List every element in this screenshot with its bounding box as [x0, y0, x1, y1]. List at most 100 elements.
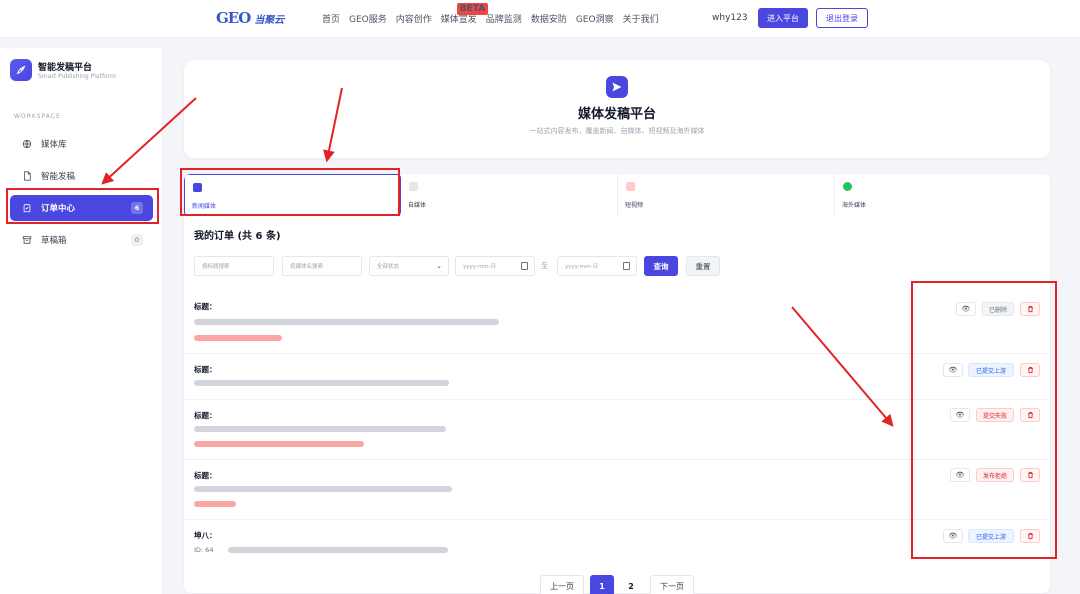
brand-title: 智能发稿平台 — [38, 63, 93, 73]
video-icon — [626, 182, 635, 191]
status-badge: 发布拒绝 — [976, 468, 1014, 482]
trash-icon[interactable] — [1020, 302, 1040, 316]
eye-icon[interactable]: 👁 — [950, 468, 970, 482]
eye-icon[interactable]: 👁 — [956, 302, 976, 316]
media-tabs: 新闻媒体 自媒体 短视频 海外媒体 — [184, 174, 1050, 216]
clipboard-icon — [22, 203, 32, 213]
order-meta-redacted — [194, 486, 452, 492]
tab-self-media[interactable]: 自媒体 — [401, 174, 618, 216]
archive-icon — [22, 235, 32, 245]
trash-icon[interactable] — [1020, 468, 1040, 482]
nav-link-home[interactable]: 首页 — [322, 12, 340, 25]
reset-button[interactable]: 重置 — [686, 256, 720, 276]
status-select-value: 全部状态 — [377, 264, 400, 270]
page-1-button[interactable]: 1 — [590, 575, 614, 594]
order-note-redacted — [194, 501, 236, 507]
page-2-button[interactable]: 2 — [619, 575, 643, 594]
order-row: 标题： 👁 已删除 — [184, 290, 1050, 354]
date-from-placeholder: yyyy-mm-日 — [463, 264, 497, 270]
date-to-placeholder: yyyy-mm-日 — [565, 264, 599, 270]
chevron-down-icon: ⌄ — [436, 262, 442, 270]
orders-panel: 新闻媒体 自媒体 短视频 海外媒体 我的订单 (共 6 条) 按标题搜索 按媒体… — [183, 173, 1051, 594]
order-note-redacted — [194, 335, 282, 341]
page-subtitle: 一站式内容发布，覆盖新闻、自媒体、短视频及海外媒体 — [529, 127, 705, 135]
main-nav: 首页 GEO服务 内容创作 媒体宣发 BETA 品牌监测 数据安防 GEO洞察 关… — [322, 3, 659, 25]
calendar-icon — [521, 262, 528, 270]
eye-icon[interactable]: 👁 — [943, 529, 963, 543]
status-badge: 已删除 — [982, 302, 1014, 316]
status-badge: 已提交上游 — [968, 529, 1014, 543]
site-logo[interactable]: GEO 当聚云 — [216, 9, 284, 27]
date-from-input[interactable]: yyyy-mm-日 — [455, 256, 535, 276]
trash-icon[interactable] — [1020, 529, 1040, 543]
logout-button[interactable]: 退出登录 — [816, 8, 868, 28]
document-icon — [22, 171, 32, 181]
nav-link-media[interactable]: 媒体宣发 BETA — [440, 3, 489, 25]
sidebar-count-badge: 6 — [131, 202, 143, 214]
nav-link-content[interactable]: 内容创作 — [396, 12, 432, 25]
order-meta-redacted — [194, 380, 449, 386]
sidebar-item-smart-publish[interactable]: 智能发稿 — [10, 163, 153, 189]
rocket-icon — [10, 59, 32, 81]
order-row: 标题： 👁 已提交上游 — [184, 354, 1050, 400]
enter-platform-button[interactable]: 进入平台 — [758, 8, 808, 28]
sidebar-item-label: 智能发稿 — [41, 172, 76, 182]
send-icon — [606, 76, 628, 98]
beta-badge: BETA — [456, 3, 489, 15]
nav-link-brand-monitor[interactable]: 品牌监测 — [486, 12, 522, 25]
sidebar-item-order-center[interactable]: 订单中心 6 — [10, 195, 153, 221]
next-page-button[interactable]: 下一页 — [650, 575, 694, 594]
order-meta-redacted — [228, 547, 448, 553]
logo-geo-text: GEO — [216, 9, 251, 27]
tab-label: 自媒体 — [408, 202, 427, 209]
sidebar-item-drafts[interactable]: 草稿箱 0 — [10, 227, 153, 253]
nav-link-geo-insight[interactable]: GEO洞察 — [576, 12, 614, 25]
media-search-input[interactable]: 按媒体名搜索 — [282, 256, 362, 276]
calendar-icon — [623, 262, 630, 270]
sidebar-item-media-library[interactable]: 媒体库 — [10, 131, 153, 157]
trash-icon[interactable] — [1020, 408, 1040, 422]
nav-link-data-security[interactable]: 数据安防 — [531, 12, 567, 25]
tab-overseas-media[interactable]: 海外媒体 — [835, 174, 1050, 216]
date-to-input[interactable]: yyyy-mm-日 — [557, 256, 637, 276]
page-title: 媒体发稿平台 — [577, 107, 656, 122]
nav-link-about[interactable]: 关于我们 — [623, 12, 659, 25]
hero-card: 媒体发稿平台 一站式内容发布，覆盖新闻、自媒体、短视频及海外媒体 — [184, 60, 1050, 158]
order-meta-redacted — [194, 319, 499, 325]
tab-label: 短视频 — [625, 202, 644, 209]
order-title: 坤八： — [194, 531, 217, 540]
sidebar-item-label: 订单中心 — [41, 204, 76, 214]
query-button[interactable]: 查询 — [644, 256, 678, 276]
order-meta-redacted — [194, 426, 446, 432]
tab-short-video[interactable]: 短视频 — [618, 174, 835, 216]
globe-icon — [843, 182, 852, 191]
sidebar-item-label: 媒体库 — [41, 140, 67, 150]
order-title: 标题： — [194, 302, 217, 311]
sidebar-item-label: 草稿箱 — [41, 236, 67, 246]
workspace-label: WORKSPACE — [14, 113, 61, 120]
order-note-redacted — [194, 441, 364, 447]
nav-link-geo-service[interactable]: GEO服务 — [349, 12, 387, 25]
logo-brand-text: 当聚云 — [254, 14, 285, 26]
user-icon — [409, 182, 418, 191]
newspaper-icon — [193, 183, 202, 192]
title-search-input[interactable]: 按标题搜索 — [194, 256, 274, 276]
tab-news-media[interactable]: 新闻媒体 — [184, 174, 401, 216]
order-title: 标题： — [194, 411, 217, 420]
status-select[interactable]: 全部状态 ⌄ — [369, 256, 449, 276]
nav-link-media-label: 媒体宣发 — [440, 15, 477, 25]
order-title: 标题： — [194, 365, 217, 374]
tab-label: 海外媒体 — [842, 202, 867, 209]
trash-icon[interactable] — [1020, 363, 1040, 377]
prev-page-button[interactable]: 上一页 — [540, 575, 584, 594]
sidebar: 智能发稿平台 Smart Publishing Platform WORKSPA… — [0, 48, 163, 594]
status-badge: 已提交上游 — [968, 363, 1014, 377]
eye-icon[interactable]: 👁 — [950, 408, 970, 422]
brand-subtitle: Smart Publishing Platform — [38, 73, 116, 80]
order-row: 标题： 👁 发布拒绝 — [184, 460, 1050, 520]
orders-title: 我的订单 (共 6 条) — [194, 231, 281, 242]
order-title: 标题： — [194, 471, 217, 480]
username: why123 — [712, 13, 748, 23]
status-badge: 提交失败 — [976, 408, 1014, 422]
eye-icon[interactable]: 👁 — [943, 363, 963, 377]
